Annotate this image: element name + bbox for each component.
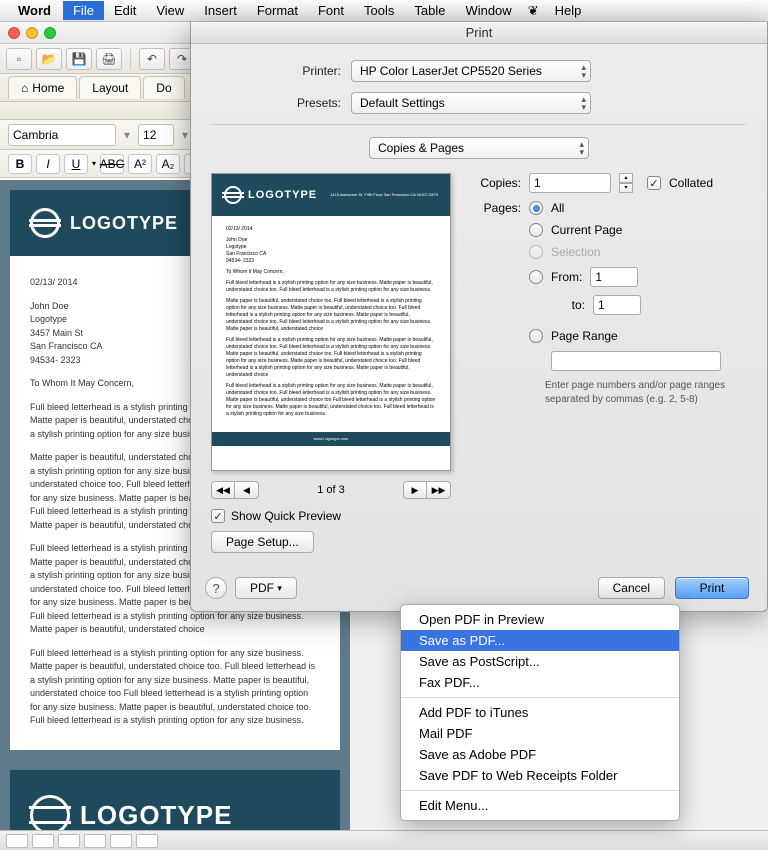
- show-preview-checkbox[interactable]: ✓: [211, 509, 225, 523]
- page-range-radio[interactable]: [529, 329, 543, 343]
- pages-from-radio[interactable]: [529, 270, 543, 284]
- document-page: LOGOTYPE: [10, 770, 340, 830]
- pages-all-radio[interactable]: [529, 201, 543, 215]
- pages-selection-label: Selection: [551, 245, 600, 259]
- minimize-window-icon[interactable]: [26, 27, 38, 39]
- undo-icon[interactable]: ↶: [139, 48, 165, 70]
- pdf-menu-item[interactable]: Save PDF to Web Receipts Folder: [401, 765, 679, 786]
- tab-home[interactable]: ⌂Home: [8, 76, 77, 99]
- view-mode-icon[interactable]: [32, 834, 54, 848]
- pdf-menu-item[interactable]: Mail PDF: [401, 723, 679, 744]
- menu-edit[interactable]: Edit: [104, 1, 146, 20]
- close-window-icon[interactable]: [8, 27, 20, 39]
- from-input[interactable]: [590, 267, 638, 287]
- presets-label: Presets:: [211, 96, 351, 110]
- pdf-menu-item[interactable]: Save as Adobe PDF: [401, 744, 679, 765]
- page-range-input[interactable]: [551, 351, 721, 371]
- presets-select[interactable]: Default Settings▴▾: [351, 92, 591, 114]
- pages-all-label: All: [551, 201, 564, 215]
- next-page-button[interactable]: ▶: [403, 481, 427, 499]
- menu-window[interactable]: Window: [455, 1, 521, 20]
- dialog-title: Print: [191, 22, 767, 44]
- copies-input[interactable]: [529, 173, 611, 193]
- pdf-menu-item[interactable]: Open PDF in Preview: [401, 609, 679, 630]
- pdf-menu-item[interactable]: Save as PostScript...: [401, 651, 679, 672]
- menu-font[interactable]: Font: [308, 1, 354, 20]
- section-select[interactable]: Copies & Pages▴▾: [369, 137, 589, 159]
- logo-icon: [30, 795, 70, 830]
- logo-icon: [224, 186, 242, 204]
- superscript-button[interactable]: A²: [128, 154, 152, 174]
- last-page-button[interactable]: ▶▶: [427, 481, 451, 499]
- pdf-menu-item[interactable]: Fax PDF...: [401, 672, 679, 693]
- font-size-select[interactable]: [138, 124, 174, 146]
- italic-button[interactable]: I: [36, 154, 60, 174]
- copies-label: Copies:: [471, 176, 521, 190]
- view-mode-icon[interactable]: [84, 834, 106, 848]
- logo-icon: [30, 208, 60, 238]
- print-icon[interactable]: 🖨: [96, 48, 122, 70]
- print-button[interactable]: Print: [675, 577, 749, 599]
- app-name[interactable]: Word: [18, 3, 51, 18]
- menu-table[interactable]: Table: [404, 1, 455, 20]
- save-icon[interactable]: 💾: [66, 48, 92, 70]
- pdf-menu-item[interactable]: Add PDF to iTunes: [401, 702, 679, 723]
- print-preview-thumb: LOGOTYPE 1415 Awesome St. Fifth Floor Sa…: [211, 173, 451, 471]
- first-page-button[interactable]: ◀◀: [211, 481, 235, 499]
- page-range-help: Enter page numbers and/or page ranges se…: [545, 379, 747, 407]
- thumb-address: 1415 Awesome St. Fifth Floor San Francis…: [330, 192, 438, 197]
- pages-current-label: Current Page: [551, 223, 622, 237]
- pages-label: Pages:: [471, 201, 521, 215]
- menubar: Word File Edit View Insert Format Font T…: [0, 0, 768, 22]
- from-label: From:: [551, 270, 582, 284]
- menu-view[interactable]: View: [146, 1, 194, 20]
- page-indicator: 1 of 3: [317, 484, 345, 496]
- menu-format[interactable]: Format: [247, 1, 308, 20]
- prev-page-button[interactable]: ◀: [235, 481, 259, 499]
- font-family-select[interactable]: [8, 124, 116, 146]
- print-dialog: Print Printer: HP Color LaserJet CP5520 …: [190, 22, 768, 612]
- menu-insert[interactable]: Insert: [194, 1, 247, 20]
- pdf-menu-item-edit[interactable]: Edit Menu...: [401, 795, 679, 816]
- tab-layout[interactable]: Layout: [79, 76, 141, 99]
- pages-current-radio[interactable]: [529, 223, 543, 237]
- doc-para: Full bleed letterhead is a stylish print…: [30, 647, 320, 728]
- view-mode-icon[interactable]: [136, 834, 158, 848]
- page-setup-button[interactable]: Page Setup...: [211, 531, 314, 553]
- show-preview-label: Show Quick Preview: [231, 509, 341, 523]
- status-bar: [0, 830, 768, 850]
- pdf-dropdown-button[interactable]: PDF ▾: [235, 577, 297, 599]
- pdf-menu: Open PDF in Preview Save as PDF... Save …: [400, 604, 680, 821]
- page-range-label: Page Range: [551, 329, 618, 343]
- thumb-footer: www.Logotype.com: [212, 432, 450, 446]
- pdf-menu-item-save-as-pdf[interactable]: Save as PDF...: [401, 630, 679, 651]
- tab-doc[interactable]: Do: [143, 76, 184, 99]
- to-label: to:: [551, 298, 585, 312]
- menu-file[interactable]: File: [63, 1, 104, 20]
- strikethrough-button[interactable]: ABC: [100, 154, 124, 174]
- subscript-button[interactable]: A₂: [156, 154, 180, 174]
- menu-help[interactable]: Help: [545, 1, 592, 20]
- script-menu-icon[interactable]: ❦: [528, 3, 539, 19]
- view-mode-icon[interactable]: [6, 834, 28, 848]
- pages-selection-radio[interactable]: [529, 245, 543, 259]
- cancel-button[interactable]: Cancel: [598, 577, 665, 599]
- printer-label: Printer:: [211, 64, 351, 78]
- copies-stepper[interactable]: ▴▾: [619, 173, 633, 193]
- menu-tools[interactable]: Tools: [354, 1, 404, 20]
- view-mode-icon[interactable]: [110, 834, 132, 848]
- underline-button[interactable]: U: [64, 154, 88, 174]
- zoom-window-icon[interactable]: [44, 27, 56, 39]
- collated-checkbox[interactable]: ✓: [647, 176, 661, 190]
- open-icon[interactable]: 📂: [36, 48, 62, 70]
- bold-button[interactable]: B: [8, 154, 32, 174]
- new-doc-icon[interactable]: ▫: [6, 48, 32, 70]
- printer-select[interactable]: HP Color LaserJet CP5520 Series▴▾: [351, 60, 591, 82]
- view-mode-icon[interactable]: [58, 834, 80, 848]
- to-input[interactable]: [593, 295, 641, 315]
- logo-text: LOGOTYPE: [70, 213, 178, 234]
- collated-label: Collated: [669, 176, 713, 190]
- help-button[interactable]: ?: [205, 577, 227, 599]
